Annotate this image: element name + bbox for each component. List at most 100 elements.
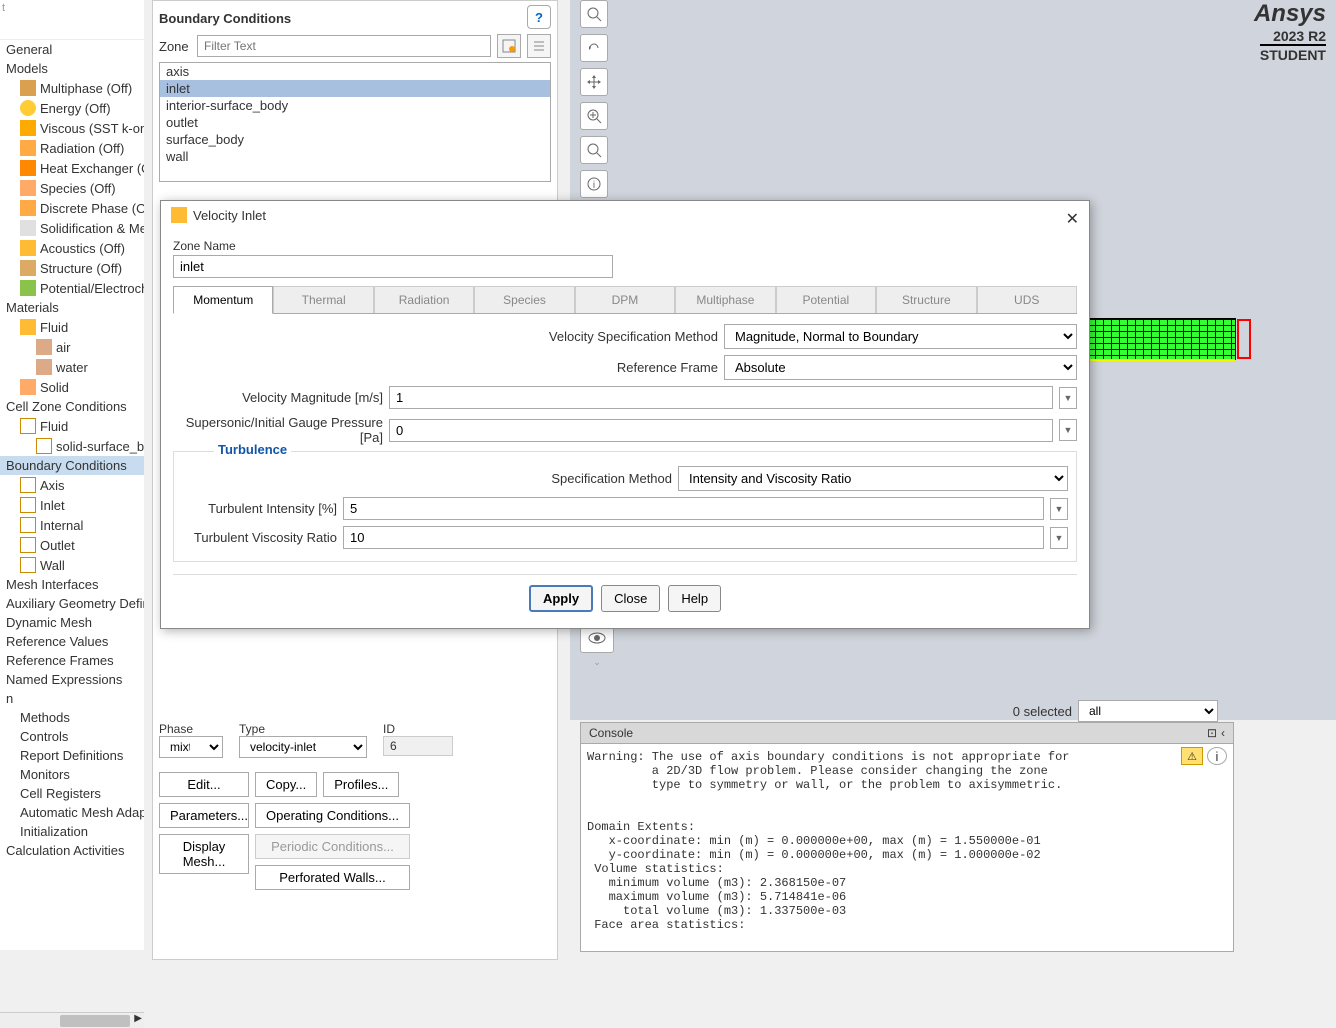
phase-select[interactable]: mixture: [159, 736, 223, 758]
supersonic-input[interactable]: [389, 419, 1053, 442]
tab-species[interactable]: Species: [474, 286, 574, 313]
zoom-area-icon[interactable]: [580, 0, 608, 28]
tree-internal[interactable]: Internal: [0, 515, 144, 535]
tree-radiation[interactable]: Radiation (Off): [0, 138, 144, 158]
console-collapse-icon[interactable]: ‹: [1221, 726, 1225, 740]
tree-outlet[interactable]: Outlet: [0, 535, 144, 555]
tree-report-defs[interactable]: Report Definitions: [0, 746, 144, 765]
tree-discrete-phase[interactable]: Discrete Phase (Off): [0, 198, 144, 218]
chevron-down-icon[interactable]: ⌄: [580, 657, 614, 668]
apply-button[interactable]: Apply: [529, 585, 593, 612]
tree-potential[interactable]: Potential/Electrochen: [0, 278, 144, 298]
tree-solid-surf[interactable]: solid-surface_bo: [0, 436, 144, 456]
zone-item-wall[interactable]: wall: [160, 148, 550, 165]
tree-wall[interactable]: Wall: [0, 555, 144, 575]
tree-reference-values[interactable]: Reference Values: [0, 632, 144, 651]
selection-filter[interactable]: all: [1078, 700, 1218, 722]
tree-n[interactable]: n: [0, 689, 144, 708]
display-mesh-button[interactable]: Display Mesh...: [159, 834, 249, 874]
tree-materials[interactable]: Materials: [0, 298, 144, 317]
tree-scrollbar[interactable]: ▶: [0, 1012, 144, 1028]
filter-toggle-icon[interactable]: [497, 34, 521, 58]
tree-acoustics[interactable]: Acoustics (Off): [0, 238, 144, 258]
tree-calc-activities[interactable]: Calculation Activities: [0, 841, 144, 860]
help-button[interactable]: Help: [668, 585, 721, 612]
dialog-titlebar[interactable]: Velocity Inlet ✕: [161, 201, 1089, 229]
dropdown-icon[interactable]: ▼: [1050, 498, 1068, 520]
tree-energy[interactable]: Energy (Off): [0, 98, 144, 118]
tree-aux-geometry[interactable]: Auxiliary Geometry Defini: [0, 594, 144, 613]
operating-conditions-button[interactable]: Operating Conditions...: [255, 803, 410, 828]
tree-fluid2[interactable]: Fluid: [0, 416, 144, 436]
tree-water[interactable]: water: [0, 357, 144, 377]
spec-method-select[interactable]: Intensity and Viscosity Ratio: [678, 466, 1068, 491]
tree-solidification[interactable]: Solidification & Melti: [0, 218, 144, 238]
zoom-fit-icon[interactable]: [580, 136, 608, 164]
tree-named-expressions[interactable]: Named Expressions: [0, 670, 144, 689]
tree-solid[interactable]: Solid: [0, 377, 144, 397]
tree-air[interactable]: air: [0, 337, 144, 357]
help-button[interactable]: ?: [527, 5, 551, 29]
tree-monitors[interactable]: Monitors: [0, 765, 144, 784]
tree-initialization[interactable]: Initialization: [0, 822, 144, 841]
tree-mesh-interfaces[interactable]: Mesh Interfaces: [0, 575, 144, 594]
close-icon[interactable]: ✕: [1066, 209, 1079, 229]
tree-cell-zone[interactable]: Cell Zone Conditions: [0, 397, 144, 416]
tree-fluid[interactable]: Fluid: [0, 317, 144, 337]
tree-heat-exchanger[interactable]: Heat Exchanger (Off): [0, 158, 144, 178]
dropdown-icon[interactable]: ▼: [1050, 527, 1068, 549]
dropdown-icon[interactable]: ▼: [1059, 387, 1077, 409]
tab-radiation[interactable]: Radiation: [374, 286, 474, 313]
zone-item-interior[interactable]: interior-surface_body: [160, 97, 550, 114]
turb-ratio-input[interactable]: [343, 526, 1044, 549]
zone-item-inlet[interactable]: inlet: [160, 80, 550, 97]
type-select[interactable]: velocity-inlet: [239, 736, 367, 758]
tree-cell-registers[interactable]: Cell Registers: [0, 784, 144, 803]
zone-filter-input[interactable]: [197, 35, 491, 57]
warning-icon[interactable]: ⚠: [1181, 747, 1203, 765]
tree-structure[interactable]: Structure (Off): [0, 258, 144, 278]
console-popout-icon[interactable]: ⊡: [1207, 726, 1217, 740]
tree-viscous[interactable]: Viscous (SST k-omeg: [0, 118, 144, 138]
velocity-mag-input[interactable]: [389, 386, 1053, 409]
tab-multiphase[interactable]: Multiphase: [675, 286, 775, 313]
info-icon[interactable]: i: [1207, 747, 1227, 765]
profiles-button[interactable]: Profiles...: [323, 772, 399, 797]
info-icon[interactable]: i: [580, 170, 608, 198]
tree-axis[interactable]: Axis: [0, 475, 144, 495]
tree-boundary-conditions[interactable]: Boundary Conditions: [0, 456, 144, 475]
tab-uds[interactable]: UDS: [977, 286, 1077, 313]
perforated-walls-button[interactable]: Perforated Walls...: [255, 865, 410, 890]
close-button[interactable]: Close: [601, 585, 660, 612]
dropdown-icon[interactable]: ▼: [1059, 419, 1077, 441]
tree-controls[interactable]: Controls: [0, 727, 144, 746]
tab-momentum[interactable]: Momentum: [173, 286, 273, 314]
tree-dynamic-mesh[interactable]: Dynamic Mesh: [0, 613, 144, 632]
parameters-button[interactable]: Parameters...: [159, 803, 249, 828]
tree-multiphase[interactable]: Multiphase (Off): [0, 78, 144, 98]
turb-intensity-input[interactable]: [343, 497, 1044, 520]
edit-button[interactable]: Edit...: [159, 772, 249, 797]
zoom-in-icon[interactable]: [580, 102, 608, 130]
tree-inlet[interactable]: Inlet: [0, 495, 144, 515]
filter-list-icon[interactable]: [527, 34, 551, 58]
zone-item-outlet[interactable]: outlet: [160, 114, 550, 131]
tab-structure[interactable]: Structure: [876, 286, 976, 313]
console-output[interactable]: Warning: The use of axis boundary condit…: [581, 744, 1233, 938]
tab-dpm[interactable]: DPM: [575, 286, 675, 313]
pan-icon[interactable]: [580, 68, 608, 96]
ref-frame-select[interactable]: Absolute: [724, 355, 1077, 380]
tab-potential[interactable]: Potential: [776, 286, 876, 313]
tree-methods[interactable]: Methods: [0, 708, 144, 727]
tree-models[interactable]: Models: [0, 59, 144, 78]
rotate-icon[interactable]: [580, 34, 608, 62]
zone-name-input[interactable]: [173, 255, 613, 278]
tree-general[interactable]: General: [0, 40, 144, 59]
tree-species[interactable]: Species (Off): [0, 178, 144, 198]
zone-item-surface[interactable]: surface_body: [160, 131, 550, 148]
tree-auto-mesh[interactable]: Automatic Mesh Adaption: [0, 803, 144, 822]
tab-thermal[interactable]: Thermal: [273, 286, 373, 313]
tree-reference-frames[interactable]: Reference Frames: [0, 651, 144, 670]
velocity-spec-select[interactable]: Magnitude, Normal to Boundary: [724, 324, 1077, 349]
copy-button[interactable]: Copy...: [255, 772, 317, 797]
